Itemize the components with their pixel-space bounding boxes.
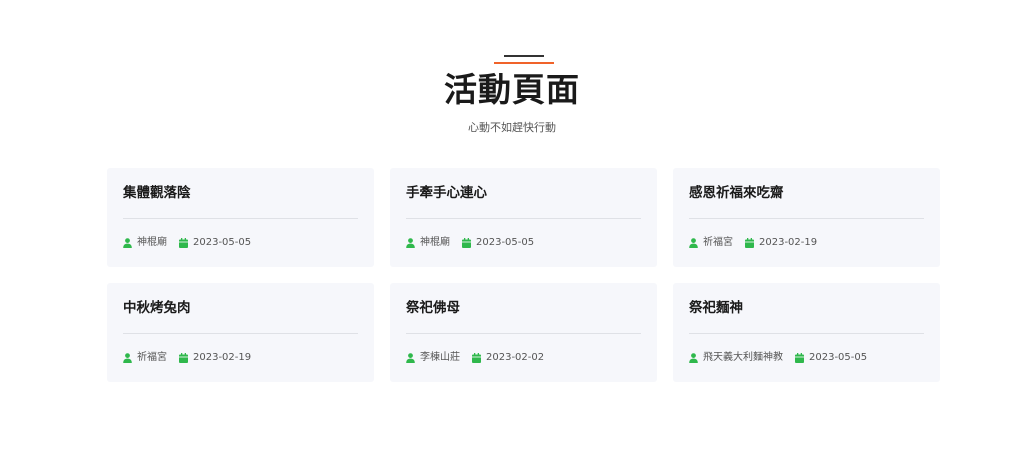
- event-meta: 飛天義大利麵神教 2023-05-05: [689, 351, 879, 365]
- user-icon: [406, 353, 415, 363]
- event-card[interactable]: 祭祀麵神 飛天義大利麵神教 2023-05-05: [673, 283, 940, 382]
- event-date: 2023-02-19: [745, 236, 817, 250]
- event-author: 李棟山莊: [406, 351, 460, 365]
- user-icon: [406, 238, 415, 248]
- title-decoration-dark-line: [504, 55, 544, 57]
- event-meta: 李棟山莊 2023-02-02: [406, 351, 556, 365]
- event-date: 2023-05-05: [179, 236, 251, 250]
- event-meta: 神棍廟 2023-05-05: [406, 236, 546, 250]
- user-icon: [689, 238, 698, 248]
- event-card[interactable]: 祭祀佛母 李棟山莊 2023-02-02: [390, 283, 657, 382]
- calendar-icon: [179, 238, 188, 248]
- event-card-grid: 集體觀落陰 神棍廟 2023-05-05 手牽手心連心 神棍廟 2023-05-…: [107, 168, 941, 382]
- event-title[interactable]: 中秋烤兔肉: [123, 299, 191, 317]
- user-icon: [123, 353, 132, 363]
- event-date-text: 2023-05-05: [476, 237, 535, 248]
- event-date-text: 2023-02-02: [486, 352, 545, 363]
- events-page: 活動頁面 心動不如趕快行動 集體觀落陰 神棍廟 2023-05-05 手牽手心連…: [0, 0, 1024, 469]
- event-author: 神棍廟: [123, 236, 167, 250]
- event-author-name: 李棟山莊: [420, 352, 460, 363]
- card-divider: [123, 333, 358, 334]
- calendar-icon: [472, 353, 481, 363]
- calendar-icon: [745, 238, 754, 248]
- calendar-icon: [795, 353, 804, 363]
- page-subtitle: 心動不如趕快行動: [468, 121, 556, 134]
- event-title[interactable]: 手牽手心連心: [406, 184, 487, 202]
- event-date: 2023-02-02: [472, 351, 544, 365]
- card-divider: [689, 218, 924, 219]
- user-icon: [689, 353, 698, 363]
- event-title[interactable]: 祭祀麵神: [689, 299, 743, 317]
- event-date: 2023-02-19: [179, 351, 251, 365]
- event-card[interactable]: 中秋烤兔肉 祈福宮 2023-02-19: [107, 283, 374, 382]
- event-meta: 神棍廟 2023-05-05: [123, 236, 263, 250]
- page-title: 活動頁面: [444, 70, 580, 109]
- title-decoration: [494, 55, 554, 64]
- title-decoration-accent-line: [494, 62, 554, 64]
- event-meta: 祈福宮 2023-02-19: [123, 351, 263, 365]
- event-date: 2023-05-05: [795, 351, 867, 365]
- event-date-text: 2023-05-05: [193, 237, 252, 248]
- card-divider: [123, 218, 358, 219]
- event-author: 神棍廟: [406, 236, 450, 250]
- event-author: 飛天義大利麵神教: [689, 351, 783, 365]
- event-author-name: 祈福宮: [703, 237, 733, 248]
- event-author-name: 祈福宮: [137, 352, 167, 363]
- event-card[interactable]: 感恩祈福來吃齋 祈福宮 2023-02-19: [673, 168, 940, 267]
- calendar-icon: [462, 238, 471, 248]
- event-author-name: 神棍廟: [420, 237, 450, 248]
- card-divider: [406, 218, 641, 219]
- event-card[interactable]: 手牽手心連心 神棍廟 2023-05-05: [390, 168, 657, 267]
- event-title[interactable]: 感恩祈福來吃齋: [689, 184, 784, 202]
- event-date: 2023-05-05: [462, 236, 534, 250]
- calendar-icon: [179, 353, 188, 363]
- user-icon: [123, 238, 132, 248]
- event-date-text: 2023-02-19: [759, 237, 818, 248]
- event-date-text: 2023-05-05: [809, 352, 868, 363]
- event-author-name: 神棍廟: [137, 237, 167, 248]
- event-title[interactable]: 祭祀佛母: [406, 299, 460, 317]
- event-title[interactable]: 集體觀落陰: [123, 184, 191, 202]
- card-divider: [406, 333, 641, 334]
- event-author: 祈福宮: [123, 351, 167, 365]
- event-card[interactable]: 集體觀落陰 神棍廟 2023-05-05: [107, 168, 374, 267]
- event-meta: 祈福宮 2023-02-19: [689, 236, 829, 250]
- event-author-name: 飛天義大利麵神教: [703, 352, 783, 363]
- event-author: 祈福宮: [689, 236, 733, 250]
- card-divider: [689, 333, 924, 334]
- event-date-text: 2023-02-19: [193, 352, 252, 363]
